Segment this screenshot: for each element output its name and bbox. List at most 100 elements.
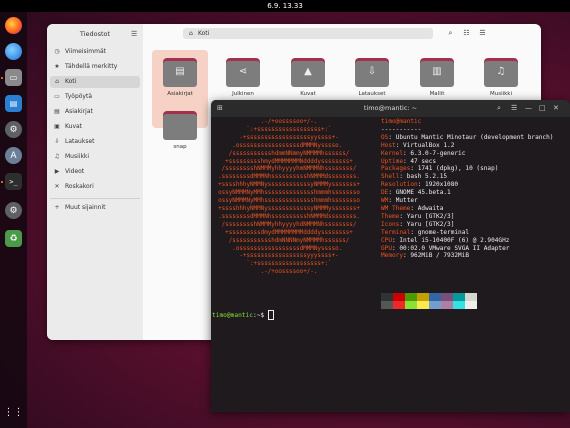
- terminal-running-indicator: [1, 181, 3, 183]
- search-icon[interactable]: ⌕: [497, 100, 501, 117]
- sidebar-item-starred[interactable]: ★ Tähdellä merkitty: [50, 61, 140, 73]
- folder-icon: ♫: [484, 58, 518, 87]
- share-icon: ⋖: [238, 66, 248, 77]
- sidebar-item-other-locations[interactable]: + Muut sijainnit: [50, 202, 140, 214]
- download-icon: ⇩: [367, 66, 377, 77]
- sidebar-item-label: Roskakori: [65, 183, 94, 190]
- terminal-icon[interactable]: >_: [5, 173, 22, 190]
- apps-grid-icon[interactable]: ⋮⋮: [4, 404, 24, 421]
- image-icon: ▣: [54, 123, 60, 130]
- color-swatch: [453, 301, 465, 309]
- sidebar-item-trash[interactable]: ✕ Roskakori: [50, 181, 140, 193]
- sidebar-item-label: Viimeisimmät: [65, 48, 107, 55]
- color-swatch: [429, 293, 441, 301]
- ubuntu-ascii-logo: .-/+oossssoo+/-. `:+ssssssssssssssssss+:…: [211, 119, 360, 276]
- menu-icon[interactable]: ☰: [131, 30, 137, 38]
- color-swatch: [381, 293, 393, 301]
- sidebar-item-label: Asiakirjat: [65, 108, 93, 115]
- desktop-icon: ▭: [54, 93, 60, 100]
- prompt-user: timo@mantic: [212, 312, 253, 319]
- folder-label: Kuvat: [300, 91, 316, 97]
- info-user: timo@mantic: [381, 118, 422, 125]
- folder-icon: ⋖: [226, 58, 260, 87]
- clock-icon: ◷: [54, 48, 60, 55]
- writer-icon[interactable]: ▤: [5, 95, 22, 112]
- text-cursor: [267, 310, 274, 320]
- terminal-window[interactable]: ⊞ timo@mantic: ~ ⌕ ☰ — □ ✕ .-/+oossssoo+…: [211, 100, 570, 412]
- folder-label: Musiikki: [489, 91, 513, 97]
- color-swatch: [393, 301, 405, 309]
- terminal-body[interactable]: .-/+oossssoo+/-. `:+ssssssssssssssssss+:…: [211, 117, 570, 412]
- video-icon: ▶: [54, 168, 60, 175]
- firefox-icon[interactable]: [5, 17, 22, 34]
- sidebar-divider: [50, 198, 140, 199]
- color-swatch: [417, 301, 429, 309]
- folder-label: Lataukset: [358, 91, 386, 97]
- terminal-header: ⊞ timo@mantic: ~ ⌕ ☰ — □ ✕: [211, 100, 570, 117]
- sidebar-item-label: Lataukset: [65, 138, 95, 145]
- color-swatch: [441, 301, 453, 309]
- shell-prompt[interactable]: timo@mantic:~$: [212, 310, 274, 320]
- sidebar-item-documents[interactable]: ▤ Asiakirjat: [50, 106, 140, 118]
- folder-label: Mallit: [429, 91, 445, 97]
- folder-label: Asiakirjat: [167, 91, 193, 97]
- folder-icon: [163, 111, 197, 140]
- maximize-icon[interactable]: □: [539, 100, 546, 117]
- sidebar-item-recent[interactable]: ◷ Viimeisimmät: [50, 46, 140, 58]
- sidebar-item-label: Muut sijainnit: [65, 204, 106, 211]
- trash-icon[interactable]: ♻: [5, 230, 22, 247]
- download-icon: ⇩: [54, 138, 60, 145]
- color-swatch: [465, 301, 477, 309]
- color-swatch: [417, 293, 429, 301]
- files-icon[interactable]: ▭: [5, 69, 22, 86]
- home-icon: ⌂: [189, 30, 193, 37]
- files-sidebar: Tiedostot ☰ ◷ Viimeisimmät ★ Tähdellä me…: [47, 24, 143, 340]
- music-icon: ♫: [54, 153, 60, 160]
- color-swatch: [429, 301, 441, 309]
- gear-icon[interactable]: ⚙: [5, 202, 22, 219]
- path-bar[interactable]: ⌂ Koti: [183, 28, 433, 39]
- close-icon[interactable]: ✕: [553, 100, 559, 117]
- sidebar-item-home[interactable]: ⌂ Koti: [50, 76, 140, 88]
- view-menu-icon[interactable]: ☰: [477, 28, 488, 39]
- sidebar-item-label: Musiikki: [65, 153, 90, 160]
- trash-icon: ✕: [54, 183, 60, 190]
- sidebar-item-pictures[interactable]: ▣ Kuvat: [50, 121, 140, 133]
- sidebar-item-label: Tähdellä merkitty: [65, 63, 118, 70]
- color-swatch: [405, 293, 417, 301]
- plus-icon: +: [54, 204, 60, 211]
- sidebar-item-music[interactable]: ♫ Musiikki: [50, 151, 140, 163]
- image-icon: ▲: [304, 66, 312, 77]
- sidebar-item-label: Työpöytä: [65, 93, 93, 100]
- files-running-indicator: [1, 77, 3, 79]
- folder-icon: ▥: [420, 58, 454, 87]
- color-swatch: [381, 301, 393, 309]
- menu-icon[interactable]: ☰: [511, 100, 517, 117]
- thunderbird-icon[interactable]: [5, 43, 22, 60]
- folder-icon: ▲: [291, 58, 325, 87]
- color-swatch: [441, 293, 453, 301]
- sidebar-item-videos[interactable]: ▶ Videot: [50, 166, 140, 178]
- folder-label: snap: [173, 144, 187, 150]
- list-view-icon[interactable]: ☷: [461, 28, 472, 39]
- template-icon: ▥: [432, 66, 442, 77]
- sidebar-item-desktop[interactable]: ▭ Työpöytä: [50, 91, 140, 103]
- sidebar-item-downloads[interactable]: ⇩ Lataukset: [50, 136, 140, 148]
- top-bar: 6.9. 13.33: [0, 0, 570, 12]
- star-icon: ★: [54, 63, 60, 70]
- settings-icon[interactable]: ⚙: [5, 121, 22, 138]
- color-swatch: [453, 293, 465, 301]
- sidebar-title: Tiedostot: [79, 30, 111, 38]
- folder-label: Julkinen: [232, 91, 254, 97]
- clock[interactable]: 6.9. 13.33: [0, 0, 570, 12]
- minimize-icon[interactable]: —: [525, 100, 532, 117]
- software-icon[interactable]: A: [5, 147, 22, 164]
- sidebar-item-label: Koti: [65, 78, 77, 85]
- folder-snap[interactable]: snap: [152, 103, 208, 181]
- prompt-path: :~$: [252, 312, 268, 319]
- search-icon[interactable]: ⌕: [445, 28, 456, 39]
- info-separator: -----------: [381, 125, 422, 133]
- color-palette: [381, 293, 477, 309]
- document-icon: ▤: [54, 108, 60, 115]
- path-label: Koti: [198, 30, 210, 37]
